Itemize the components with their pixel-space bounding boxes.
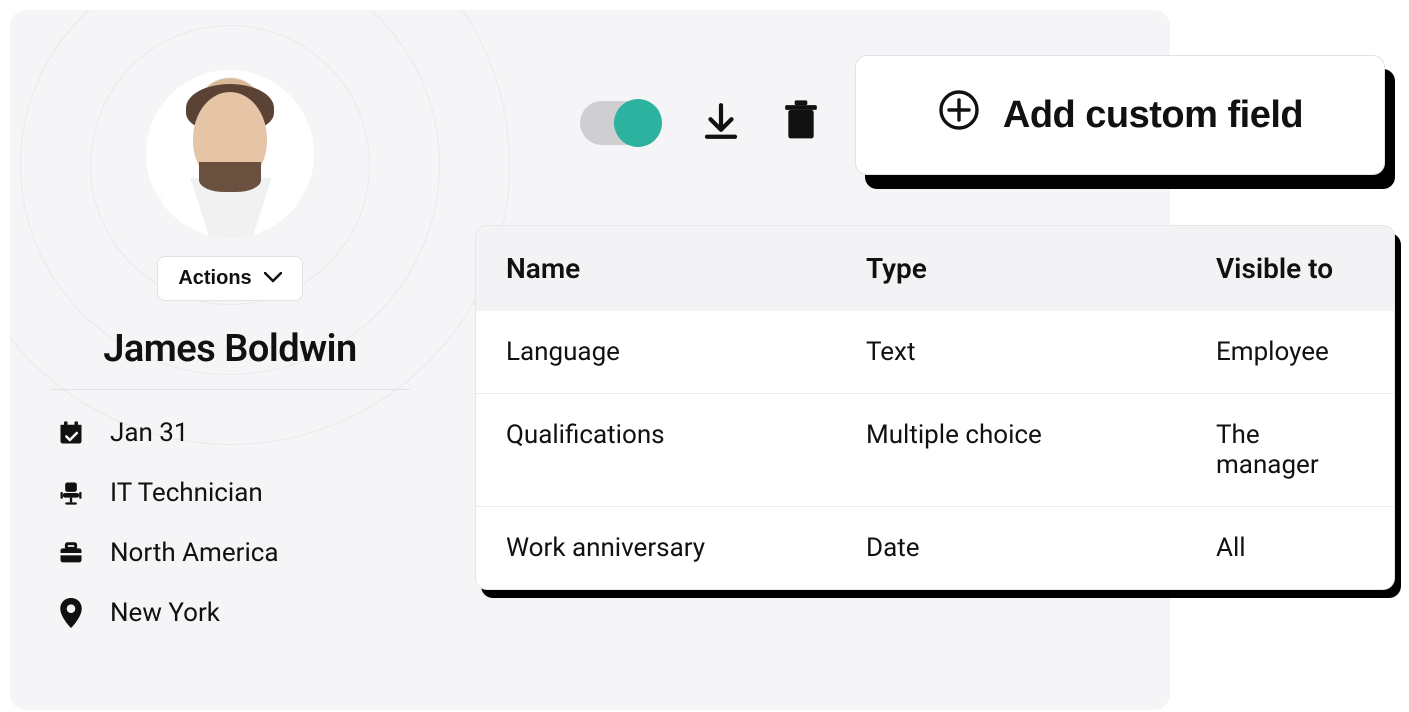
chair-icon [56, 479, 86, 507]
table-row[interactable]: Work anniversaryDateAll [476, 506, 1394, 589]
col-type: Type [866, 252, 1216, 285]
briefcase-icon [56, 539, 86, 567]
table-row[interactable]: LanguageTextEmployee [476, 311, 1394, 393]
cell-type: Date [866, 533, 1216, 563]
custom-fields-table: Name Type Visible to LanguageTextEmploye… [475, 225, 1395, 590]
status-toggle[interactable] [580, 101, 660, 145]
toolbar [580, 100, 820, 146]
cell-visible: The manager [1216, 420, 1364, 480]
cell-type: Text [866, 337, 1216, 367]
info-city: New York [110, 598, 220, 628]
actions-label: Actions [178, 267, 251, 290]
col-visible: Visible to [1216, 252, 1364, 285]
info-role-row: IT Technician [56, 478, 410, 508]
info-city-row: New York [56, 598, 410, 628]
toggle-knob [614, 99, 662, 147]
add-custom-field-button[interactable]: Add custom field [855, 55, 1385, 175]
cell-visible: Employee [1216, 337, 1364, 367]
actions-dropdown[interactable]: Actions [157, 256, 302, 301]
location-pin-icon [56, 598, 86, 628]
cell-visible: All [1216, 533, 1364, 563]
table-row[interactable]: QualificationsMultiple choiceThe manager [476, 393, 1394, 506]
avatar[interactable] [146, 70, 314, 238]
cell-type: Multiple choice [866, 420, 1216, 480]
profile-name: James Boldwin [103, 327, 357, 371]
info-date: Jan 31 [110, 418, 189, 448]
cell-name: Language [506, 337, 866, 367]
info-region-row: North America [56, 538, 410, 568]
add-custom-field-label: Add custom field [1003, 94, 1303, 137]
col-name: Name [506, 252, 866, 285]
trash-icon[interactable] [782, 100, 820, 146]
info-region: North America [110, 538, 279, 568]
divider [50, 389, 410, 390]
cell-name: Work anniversary [506, 533, 866, 563]
info-date-row: Jan 31 [56, 418, 410, 448]
calendar-icon [56, 419, 86, 447]
download-icon[interactable] [700, 100, 742, 146]
table-header: Name Type Visible to [476, 226, 1394, 311]
chevron-down-icon [264, 267, 282, 290]
cell-name: Qualifications [506, 420, 866, 480]
plus-circle-icon [937, 88, 981, 142]
profile-column: Actions James Boldwin Jan 31 IT Technici… [50, 70, 410, 628]
info-role: IT Technician [110, 478, 263, 508]
profile-info-list: Jan 31 IT Technician North America New Y… [50, 418, 410, 628]
